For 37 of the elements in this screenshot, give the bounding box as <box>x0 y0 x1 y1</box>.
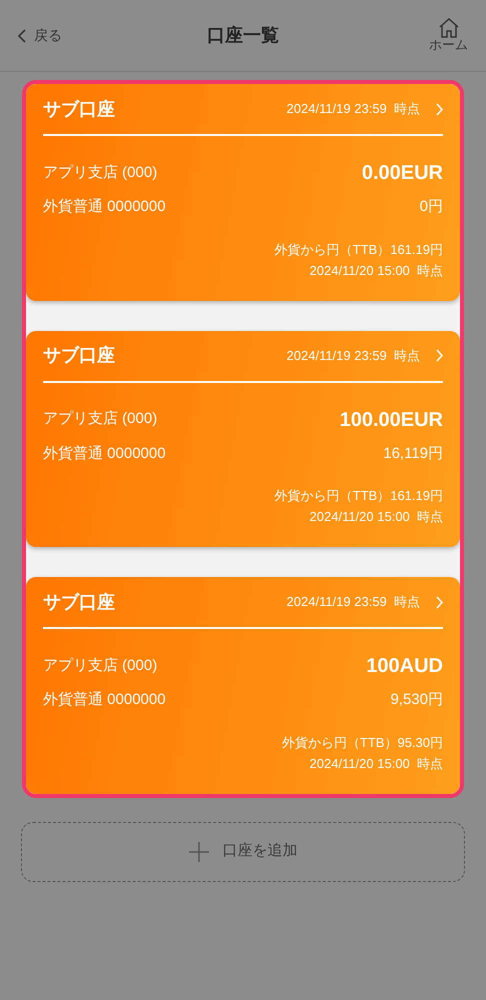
rate-time: 2024/11/20 15:00 時点 <box>308 754 443 772</box>
balance-amount: 100.00EUR <box>340 408 443 432</box>
chevron-right-icon <box>436 349 443 362</box>
balance-amount: 0.00EUR <box>362 161 443 186</box>
rate-time: 2024/11/20 15:00 時点 <box>308 508 443 526</box>
back-button[interactable]: 戻る <box>18 25 62 46</box>
branch-name: アプリ支店 (000) <box>43 162 158 183</box>
account-number: 外貨普通 0000000 <box>43 197 166 217</box>
exchange-rate: 外貨から円（TTB）161.19円 <box>274 240 443 258</box>
plus-icon <box>188 842 208 862</box>
balance-amount: 100AUD <box>366 654 443 679</box>
exchange-rate: 外貨から円（TTB）95.30円 <box>280 734 443 752</box>
account-card[interactable]: サブ口座 2024/11/19 23:59 時点 アプリ支店 (000) 0.00EUR 外貨普通 0000000 0円 外貨から円（TTB）161.19円 2024/11/20 15:00 時点 <box>26 84 460 300</box>
chevron-right-icon <box>436 596 443 608</box>
branch-name: アプリ支店 (000) <box>43 656 158 676</box>
exchange-rate: 外貨から円（TTB）161.19円 <box>274 487 443 505</box>
account-card[interactable]: サブ口座 2024/11/19 23:59 時点 アプリ支店 (000) 100AUD 外貨普通 0000000 9,530円 外貨から円（TTB）95.30円 2024/11/20 15:00 時点 <box>26 577 460 794</box>
as-of-time: 2024/11/19 23:59 時点 <box>286 593 420 612</box>
add-account-button[interactable]: 口座を追加 <box>21 822 465 882</box>
yen-value: 0円 <box>420 197 443 217</box>
rate-time: 2024/11/20 15:00 時点 <box>308 262 443 280</box>
as-of-time: 2024/11/19 23:59 時点 <box>286 346 420 365</box>
page-title: 口座一覧 <box>207 24 279 47</box>
as-of-time: 2024/11/19 23:59 時点 <box>286 100 420 118</box>
home-icon <box>438 18 460 38</box>
home-button[interactable]: ホーム <box>429 18 468 53</box>
account-number: 外貨普通 0000000 <box>43 444 166 464</box>
account-name: サブ口座 <box>43 344 115 367</box>
back-chevron-icon <box>18 28 26 42</box>
yen-value: 9,530円 <box>390 690 443 710</box>
account-number: 外貨普通 0000000 <box>43 690 166 710</box>
account-name: サブ口座 <box>43 590 115 614</box>
yen-value: 16,119円 <box>383 444 443 464</box>
chevron-right-icon <box>436 102 443 116</box>
account-card[interactable]: サブ口座 2024/11/19 23:59 時点 アプリ支店 (000) 100.00EUR 外貨普通 0000000 16,119円 外貨から円（TTB）161.19円 2024/11/20 15:00 時点 <box>26 330 460 547</box>
account-name: サブ口座 <box>43 98 115 120</box>
branch-name: アプリ支店 (000) <box>43 409 158 430</box>
